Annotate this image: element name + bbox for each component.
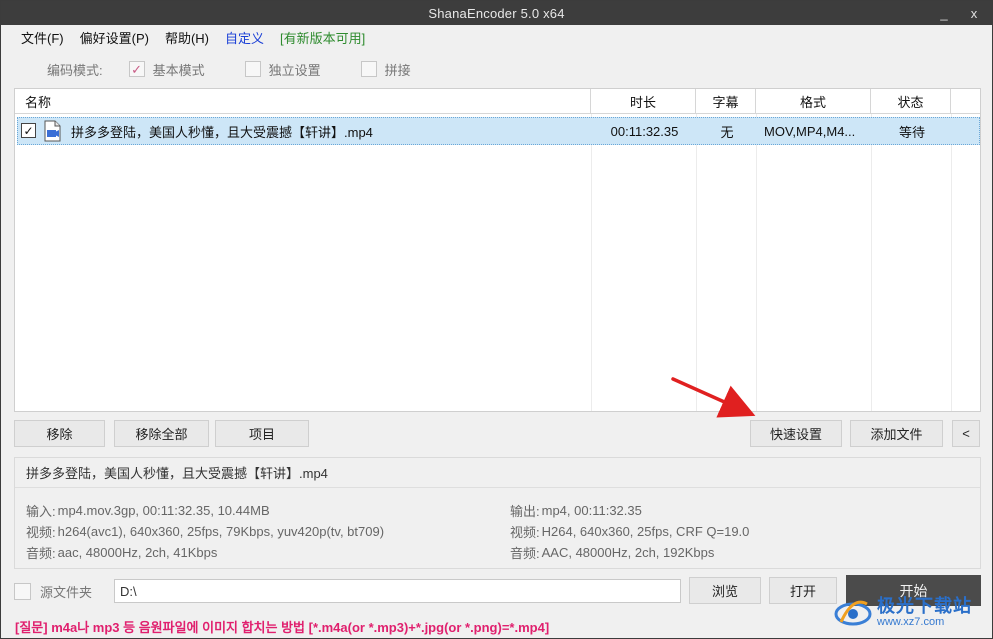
source-folder-label: 源文件夹 xyxy=(40,584,93,600)
info-output-audio-line: 音频: AAC, 48000Hz, 2ch, 192Kbps xyxy=(510,542,714,562)
row-checkbox[interactable]: ✓ xyxy=(21,123,36,138)
column-header-status[interactable]: 状态 xyxy=(871,89,951,114)
browse-button[interactable]: 浏览 xyxy=(689,577,761,604)
info-input-key: 输入: xyxy=(26,503,56,519)
file-list[interactable]: 名称 时长 字幕 格式 状态 ✓ 拼多多登陆，美国人秒懂，且大受震撼【轩讲】.m… xyxy=(14,88,981,412)
info-input-audio-value: aac, 48000Hz, 2ch, 41Kbps xyxy=(57,544,218,560)
column-header-duration[interactable]: 时长 xyxy=(591,89,696,114)
column-divider xyxy=(696,114,697,411)
mode-basic-label: 基本模式 xyxy=(152,62,205,78)
column-divider xyxy=(591,114,592,411)
menu-preferences[interactable]: 偏好设置(P) xyxy=(72,28,157,47)
encoding-mode-bar: 编码模式: ✓ 基本模式 独立设置 拼接 xyxy=(1,55,992,83)
mode-basic-checkbox[interactable]: ✓ xyxy=(128,61,145,77)
encoding-mode-label: 编码模式: xyxy=(47,62,103,78)
watermark-url: www.xz7.com xyxy=(877,615,945,628)
collapse-panel-button[interactable]: < xyxy=(952,420,980,447)
minimize-button[interactable]: _ xyxy=(930,1,958,25)
info-input-video-key: 视频: xyxy=(26,524,56,540)
mode-independent-label: 独立设置 xyxy=(268,62,321,78)
mode-independent-checkbox[interactable] xyxy=(244,61,261,77)
info-filename: 拼多多登陆，美国人秒懂，且大受震撼【轩讲】.mp4 xyxy=(15,458,980,488)
window-title: ShanaEncoder 5.0 x64 xyxy=(428,5,565,21)
remove-all-button[interactable]: 移除全部 xyxy=(114,420,209,447)
row-duration: 00:11:32.35 xyxy=(610,123,679,139)
row-format: MOV,MP4,M4... xyxy=(764,123,856,139)
table-row[interactable]: ✓ 拼多多登陆，美国人秒懂，且大受震撼【轩讲】.mp4 00:11:32.35 … xyxy=(17,117,980,145)
quick-settings-button[interactable]: 快速设置 xyxy=(750,420,842,447)
annotation-arrow xyxy=(671,377,756,418)
info-input-audio-key: 音频: xyxy=(26,545,56,561)
info-output-video-value: H264, 640x360, 25fps, CRF Q=19.0 xyxy=(541,523,750,539)
mode-concat-label: 拼接 xyxy=(384,62,411,78)
info-output-video-line: 视频: H264, 640x360, 25fps, CRF Q=19.0 xyxy=(510,521,749,541)
tip-link[interactable]: [질문] m4a나 mp3 등 음원파일에 이미지 합치는 방법 [*.m4a(… xyxy=(15,615,549,637)
column-header-subtitle[interactable]: 字幕 xyxy=(696,89,756,114)
menu-custom[interactable]: 自定义 xyxy=(217,28,272,47)
title-bar[interactable]: ShanaEncoder 5.0 x64 _ x xyxy=(1,1,992,25)
column-header-format[interactable]: 格式 xyxy=(756,89,871,114)
mode-independent-option[interactable]: 独立设置 xyxy=(244,60,321,79)
column-divider xyxy=(756,114,757,411)
video-file-icon xyxy=(44,120,61,142)
info-output-value: mp4, 00:11:32.35 xyxy=(541,502,642,518)
mode-basic-option[interactable]: ✓ 基本模式 xyxy=(128,60,205,79)
watermark-logo-icon xyxy=(834,600,872,626)
info-output-audio-key: 音频: xyxy=(510,545,540,561)
source-folder-checkbox[interactable] xyxy=(14,582,31,600)
info-input-value: mp4.mov.3gp, 00:11:32.35, 10.44MB xyxy=(57,502,270,518)
item-button[interactable]: 项目 xyxy=(215,420,309,447)
menu-file[interactable]: 文件(F) xyxy=(13,28,72,47)
info-input-audio-line: 音频: aac, 48000Hz, 2ch, 41Kbps xyxy=(26,542,217,562)
open-button[interactable]: 打开 xyxy=(769,577,837,604)
watermark-title: 极光下载站 xyxy=(877,595,972,616)
mode-concat-checkbox[interactable] xyxy=(360,61,377,77)
watermark: 极光下载站 www.xz7.com xyxy=(833,587,988,637)
column-divider xyxy=(951,114,952,411)
row-name: 拼多多登陆，美国人秒懂，且大受震撼【轩讲】.mp4 xyxy=(71,124,373,140)
remove-button[interactable]: 移除 xyxy=(14,420,105,447)
info-input-video-line: 视频: h264(avc1), 640x360, 25fps, 79Kbps, … xyxy=(26,521,384,541)
info-output-line: 输出: mp4, 00:11:32.35 xyxy=(510,500,642,520)
file-list-header: 名称 时长 字幕 格式 状态 xyxy=(15,89,980,114)
info-output-video-key: 视频: xyxy=(510,524,540,540)
menu-help[interactable]: 帮助(H) xyxy=(157,28,217,47)
info-output-key: 输出: xyxy=(510,503,540,519)
info-input-video-value: h264(avc1), 640x360, 25fps, 79Kbps, yuv4… xyxy=(57,523,385,539)
info-output-audio-value: AAC, 48000Hz, 2ch, 192Kbps xyxy=(541,544,715,560)
menu-bar: 文件(F) 偏好设置(P) 帮助(H) 自定义 [有新版本可用] xyxy=(1,25,992,49)
row-subtitle: 无 xyxy=(720,124,734,140)
output-path-input[interactable] xyxy=(114,579,681,603)
info-input-line: 输入: mp4.mov.3gp, 00:11:32.35, 10.44MB xyxy=(26,500,270,520)
app-window: ShanaEncoder 5.0 x64 _ x 文件(F) 偏好设置(P) 帮… xyxy=(0,0,993,639)
row-status: 等待 xyxy=(898,124,925,140)
column-divider xyxy=(871,114,872,411)
column-header-name[interactable]: 名称 xyxy=(15,89,591,114)
add-file-button[interactable]: 添加文件 xyxy=(850,420,943,447)
menu-update-available[interactable]: [有新版本可用] xyxy=(272,28,373,47)
file-info-panel: 拼多多登陆，美国人秒懂，且大受震撼【轩讲】.mp4 输入: mp4.mov.3g… xyxy=(14,457,981,569)
close-button[interactable]: x xyxy=(960,1,988,25)
mode-concat-option[interactable]: 拼接 xyxy=(360,60,411,79)
source-folder-option[interactable]: 源文件夹 xyxy=(14,579,92,603)
